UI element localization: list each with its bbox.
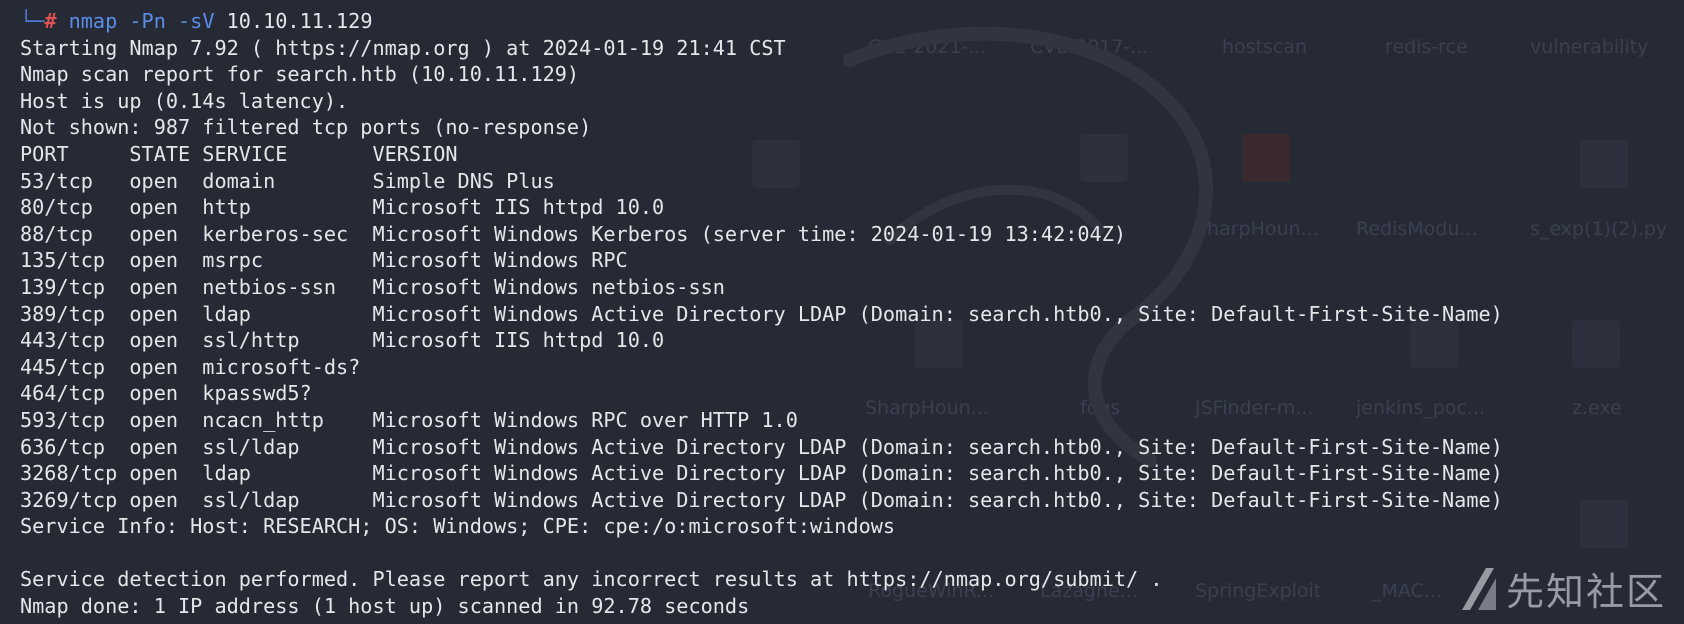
xianzhi-logo-icon bbox=[1461, 567, 1496, 610]
port-row: 53/tcp open domain Simple DNS Plus bbox=[20, 168, 555, 193]
port-row: 445/tcp open microsoft-ds? bbox=[20, 354, 361, 379]
output-line: Not shown: 987 filtered tcp ports (no-re… bbox=[20, 115, 592, 140]
port-row: 636/tcp open ssl/ldap Microsoft Windows … bbox=[20, 434, 1503, 459]
output-line: Service detection performed. Please repo… bbox=[20, 567, 1163, 592]
port-row: 135/tcp open msrpc Microsoft Windows RPC bbox=[20, 248, 628, 273]
watermark: 先知社区 bbox=[1458, 561, 1666, 616]
desktop-screen: CVE-2021-... CVE-2017-... hostscan redis… bbox=[0, 0, 1684, 624]
port-row: 88/tcp open kerberos-sec Microsoft Windo… bbox=[20, 221, 1127, 246]
root-prompt-symbol: # bbox=[44, 9, 57, 33]
port-row: 443/tcp open ssl/http Microsoft IIS http… bbox=[20, 328, 665, 353]
port-row: 464/tcp open kpasswd5? bbox=[20, 381, 312, 406]
prompt-corner: └─ bbox=[20, 9, 45, 33]
output-line: Service Info: Host: RESEARCH; OS: Window… bbox=[20, 514, 896, 539]
output-line: Host is up (0.14s latency). bbox=[20, 88, 349, 113]
port-row: 593/tcp open ncacn_http Microsoft Window… bbox=[20, 407, 798, 432]
port-row: 389/tcp open ldap Microsoft Windows Acti… bbox=[20, 301, 1503, 326]
terminal-output[interactable]: └─# nmap -Pn -sV 10.10.11.129 Starting N… bbox=[0, 0, 1684, 624]
command-target: 10.10.11.129 bbox=[226, 9, 373, 33]
command-prompt-line: └─# nmap -Pn -sV 10.10.11.129 bbox=[20, 8, 1684, 35]
port-row: 3268/tcp open ldap Microsoft Windows Act… bbox=[20, 461, 1503, 486]
port-row: 80/tcp open http Microsoft IIS httpd 10.… bbox=[20, 195, 665, 220]
watermark-text: 先知社区 bbox=[1505, 570, 1666, 614]
command-text: nmap -Pn -sV bbox=[68, 9, 215, 33]
output-line: Nmap done: 1 IP address (1 host up) scan… bbox=[20, 594, 750, 619]
port-row: 3269/tcp open ssl/ldap Microsoft Windows… bbox=[20, 487, 1503, 512]
port-row: 139/tcp open netbios-ssn Microsoft Windo… bbox=[20, 274, 725, 299]
output-line: Starting Nmap 7.92 ( https://nmap.org ) … bbox=[20, 35, 786, 60]
output-line: Nmap scan report for search.htb (10.10.1… bbox=[20, 62, 580, 87]
port-table-header: PORT STATE SERVICE VERSION bbox=[20, 141, 458, 166]
